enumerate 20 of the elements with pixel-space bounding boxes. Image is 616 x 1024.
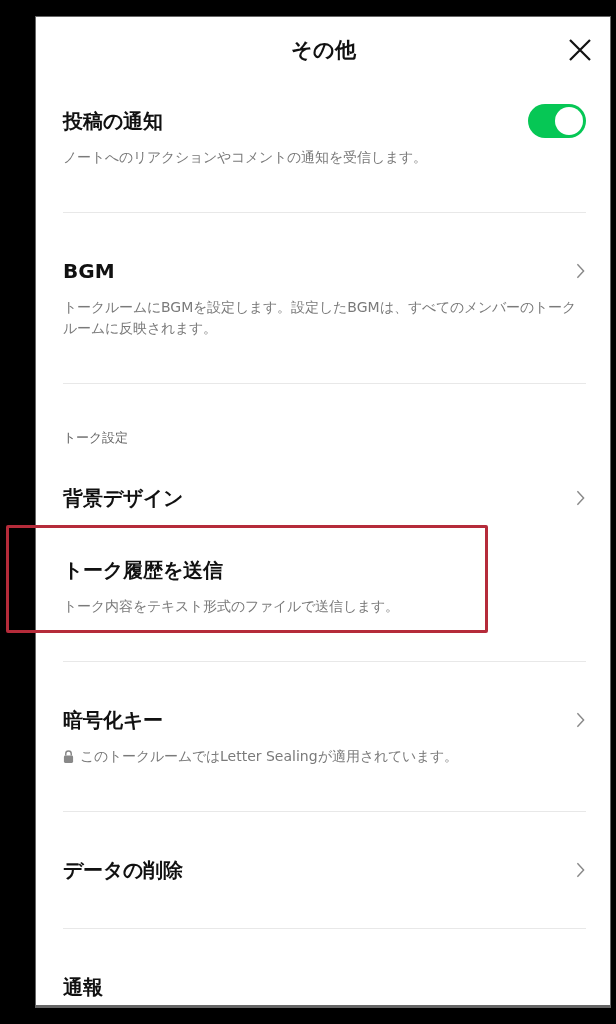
- screen-title: その他: [290, 37, 356, 64]
- setting-label[interactable]: BGM: [63, 257, 115, 285]
- chevron-icon: [576, 263, 585, 279]
- setting-description: ノートへのリアクションやコメントの通知を受信します。: [63, 148, 427, 167]
- close-button[interactable]: [568, 38, 592, 62]
- setting-label[interactable]: 暗号化キー: [63, 706, 163, 734]
- setting-description: トーク内容をテキスト形式のファイルで送信します。: [63, 597, 399, 616]
- setting-label[interactable]: トーク履歴を送信: [63, 556, 223, 584]
- chevron-icon: [576, 490, 585, 506]
- toggle-switch[interactable]: [528, 104, 586, 138]
- setting-description: トークルームにBGMを設定します。設定したBGMは、すべてのメンバーのトークルームに反映されます。: [63, 298, 577, 338]
- setting-description: このトークルームではLetter Sealingが適用されています。: [80, 747, 458, 766]
- setting-label[interactable]: 背景デザイン: [63, 484, 183, 512]
- chevron-icon: [576, 712, 585, 728]
- chevron-icon: [576, 862, 585, 878]
- close-icon: [568, 38, 592, 62]
- setting-label[interactable]: 通報: [63, 973, 103, 1001]
- section-header: トーク設定: [63, 429, 129, 447]
- setting-label[interactable]: データの削除: [63, 856, 183, 884]
- setting-label: 投稿の通知: [63, 108, 163, 135]
